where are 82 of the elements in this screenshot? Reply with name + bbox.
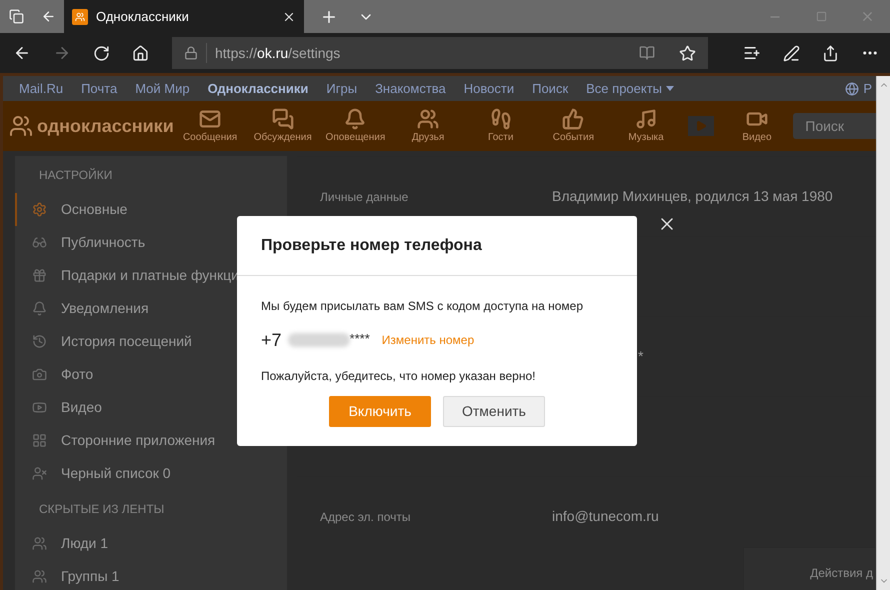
caret-icon	[666, 86, 674, 91]
sidebar-item[interactable]: Группы 1	[15, 560, 287, 590]
bell-icon	[344, 108, 366, 130]
browser-tab[interactable]: Одноклассники	[64, 0, 304, 33]
field-label: Личные данные	[320, 188, 410, 206]
people-icon	[417, 108, 440, 130]
url-text: https://ok.ru/settings	[215, 44, 342, 63]
forward-icon[interactable]	[53, 44, 71, 62]
address-bar[interactable]: https://ok.ru/settings	[172, 37, 708, 69]
dialog-title: Проверьте номер телефона	[261, 236, 482, 256]
blurred-phone-number	[288, 333, 350, 347]
share-icon[interactable]	[822, 44, 839, 62]
nav-item[interactable]: Музыка	[610, 108, 682, 144]
nav-item[interactable]: Обсуждения	[246, 108, 320, 144]
sidebar-item[interactable]: Подарки и платные функци	[15, 259, 287, 292]
enable-button[interactable]: Включить	[329, 396, 431, 427]
site-logo-icon	[72, 8, 88, 24]
bell-icon	[32, 301, 47, 316]
sidebar-item[interactable]: Люди 1	[15, 527, 287, 560]
portal-link[interactable]: Почта	[81, 78, 118, 98]
nav-item[interactable]: Видео	[720, 108, 794, 144]
portal-link[interactable]: Поиск	[532, 78, 568, 98]
portal-link[interactable]: Знакомства	[375, 78, 446, 98]
actions-panel[interactable]: Действия д	[743, 547, 876, 590]
back-icon[interactable]	[13, 44, 31, 62]
video-icon	[32, 400, 47, 415]
scrollbar[interactable]	[876, 76, 890, 590]
nav-item[interactable]: Гости	[464, 108, 538, 144]
gear-icon	[32, 202, 47, 217]
tab-title: Одноклассники	[96, 8, 190, 26]
history-icon	[32, 334, 47, 349]
people-icon	[32, 536, 47, 551]
masked-digits: ****	[350, 330, 370, 348]
lock-icon	[184, 46, 198, 60]
phone-prefix: +7	[261, 328, 282, 352]
cancel-button[interactable]: Отменить	[443, 396, 545, 427]
refresh-icon[interactable]	[93, 44, 110, 62]
nav-item[interactable]: События	[537, 108, 610, 144]
field-value: Владимир Михинцев, родился 13 мая 1980	[552, 187, 833, 206]
search-field[interactable]: Поиск	[793, 113, 876, 139]
dialog-message: Мы будем присылать вам SMS с кодом доступа на номер	[261, 298, 584, 315]
gift-icon	[32, 268, 47, 283]
user-blocked-icon	[32, 466, 47, 481]
nav-item[interactable]: Сообщения	[174, 108, 246, 144]
tabs-icon[interactable]	[8, 9, 24, 24]
camera-icon	[32, 367, 47, 382]
sidebar-item[interactable]: Сторонние приложения	[15, 424, 287, 457]
grid-icon	[32, 433, 47, 448]
music-note-icon	[635, 108, 658, 130]
group-icon	[32, 569, 47, 584]
portal-link[interactable]: Одноклассники	[208, 78, 308, 98]
portal-link[interactable]: Мой Мир	[135, 78, 190, 98]
favorites-list-icon[interactable]	[743, 44, 761, 62]
globe-icon	[845, 82, 860, 96]
reading-view-icon[interactable]	[639, 45, 655, 61]
portal-link[interactable]: Игры	[326, 78, 358, 98]
set-aside-icon[interactable]	[40, 9, 56, 24]
portal-link[interactable]: Все проекты	[586, 78, 674, 98]
nav-item[interactable]: Оповещения	[319, 108, 392, 144]
favorite-star-icon[interactable]	[679, 44, 696, 62]
dialog-warning: Пожалуйста, убедитесь, что номер указан верно!	[261, 368, 536, 385]
portal-link[interactable]: Новости	[464, 78, 514, 98]
sidebar-item[interactable]: Видео	[15, 391, 287, 424]
home-icon[interactable]	[132, 44, 149, 62]
thumbs-up-icon	[562, 108, 584, 130]
cut-link-text[interactable]: Р	[863, 78, 872, 98]
section-heading: СКРЫТЫЕ ИЗ ЛЕНТЫ	[38, 501, 166, 518]
field-value: *	[638, 347, 644, 366]
logo-icon	[9, 114, 33, 138]
field-label: Адрес эл. почты	[320, 508, 412, 526]
glasses-icon	[32, 235, 47, 250]
field-value: info@tunecom.ru	[552, 507, 659, 526]
section-heading: НАСТРОЙКИ	[38, 167, 114, 184]
envelope-icon	[199, 108, 222, 130]
chat-bubbles-icon	[272, 108, 294, 130]
footprints-icon	[490, 108, 512, 130]
portal-link[interactable]: Mail.Ru	[19, 78, 64, 98]
pen-icon[interactable]	[783, 44, 800, 62]
change-number-link[interactable]: Изменить номер	[382, 331, 474, 349]
logo-text: одноклассники	[37, 114, 174, 138]
sidebar-item[interactable]: Черный список 0	[15, 457, 287, 490]
nav-item[interactable]: Друзья	[392, 108, 464, 144]
